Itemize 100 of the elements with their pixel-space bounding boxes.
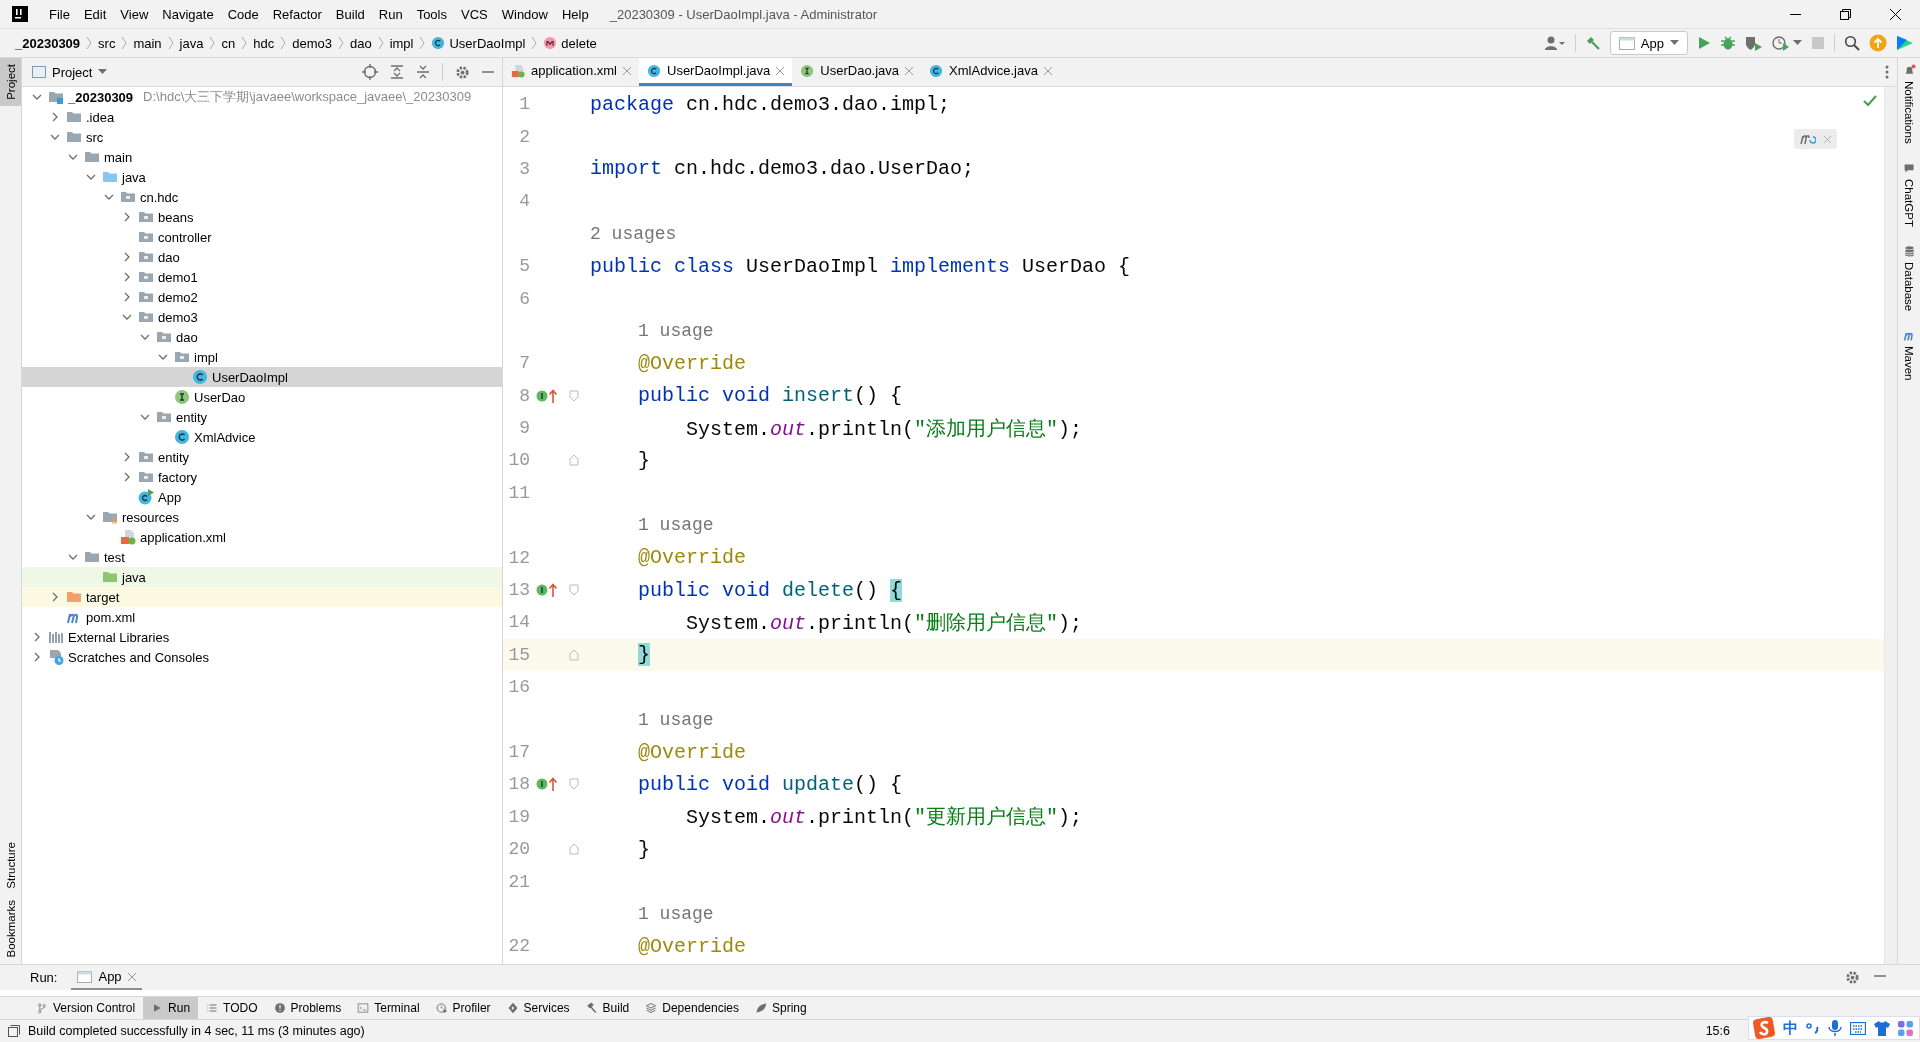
breadcrumb[interactable]: demo3 (289, 35, 335, 51)
usages-hint[interactable]: 1 usage (638, 515, 714, 536)
usages-hint[interactable]: 1 usage (638, 709, 714, 730)
close-icon[interactable] (1043, 66, 1052, 75)
chevron-down-icon[interactable] (122, 312, 132, 322)
chevron-down-icon[interactable] (32, 92, 42, 102)
tree-item[interactable]: java (22, 167, 502, 187)
chevron-right-icon[interactable] (122, 212, 132, 222)
chevron-right-icon[interactable] (122, 452, 132, 462)
tree-item[interactable]: resources (22, 507, 502, 527)
editor-tab[interactable]: application.xml (503, 58, 639, 86)
caret-position[interactable]: 15:6 (1705, 1024, 1730, 1038)
collapse-all-icon[interactable] (416, 65, 430, 79)
implements-icon[interactable] (536, 776, 558, 793)
profile-button[interactable] (1772, 35, 1802, 51)
tool-window-button[interactable]: Dependencies (637, 997, 747, 1019)
tool-window-button[interactable]: Build (577, 997, 638, 1019)
close-icon[interactable] (623, 66, 631, 75)
breadcrumb[interactable]: dao (346, 35, 375, 51)
keyboard-icon[interactable] (1850, 1021, 1866, 1035)
maven-reload-popup[interactable] (1794, 129, 1837, 149)
fold-marker-icon[interactable] (569, 778, 579, 791)
status-icon[interactable] (8, 1025, 20, 1037)
chevron-right-icon[interactable] (32, 652, 42, 662)
close-icon[interactable] (776, 66, 785, 75)
tree-item[interactable]: java (22, 567, 502, 587)
search-icon[interactable] (1844, 35, 1860, 51)
tree-item[interactable]: controller (22, 227, 502, 247)
close-icon[interactable] (905, 66, 914, 75)
tool-window-button[interactable]: Problems (265, 997, 350, 1019)
implements-icon[interactable] (536, 387, 558, 404)
menu-item[interactable]: Edit (76, 6, 114, 22)
tree-item[interactable]: dao (22, 327, 502, 347)
breadcrumb[interactable]: _20230309 (12, 35, 84, 51)
tool-window-button[interactable]: TODO (198, 997, 266, 1019)
fold-marker-icon[interactable] (569, 584, 579, 597)
chevron-right-icon[interactable] (50, 592, 60, 602)
menu-item[interactable]: Tools (409, 6, 454, 22)
tree-item[interactable]: test (22, 547, 502, 567)
tree-item[interactable]: External Libraries (22, 627, 502, 647)
usages-hint[interactable]: 1 usage (638, 903, 714, 924)
tree-item[interactable]: demo3 (22, 307, 502, 327)
tool-window-button[interactable]: Bookmarks (0, 894, 21, 964)
bug-icon[interactable] (1720, 35, 1736, 51)
tree-item[interactable]: App (22, 487, 502, 507)
usages-hint[interactable]: 1 usage (638, 320, 714, 341)
chevron-down-icon[interactable] (50, 132, 60, 142)
chevron-down-icon[interactable] (140, 332, 150, 342)
chevron-right-icon[interactable] (122, 252, 132, 262)
microphone-icon[interactable] (1828, 1020, 1842, 1036)
menu-item[interactable]: Run (371, 6, 410, 22)
chevron-right-icon[interactable] (122, 292, 132, 302)
tool-window-button[interactable]: Version Control (28, 997, 144, 1019)
tree-item[interactable]: beans (22, 207, 502, 227)
coverage-icon[interactable] (1745, 35, 1763, 51)
run-icon[interactable] (1697, 36, 1711, 50)
punctuation-icon[interactable] (1806, 1021, 1820, 1035)
scrollbar[interactable] (1884, 87, 1897, 964)
plugin-logo-icon[interactable] (1896, 34, 1914, 52)
run-configuration-dropdown[interactable]: App (1609, 31, 1688, 55)
chevron-right-icon[interactable] (122, 272, 132, 282)
tree-item[interactable]: demo1 (22, 267, 502, 287)
menu-item[interactable]: Refactor (265, 6, 329, 22)
tree-item[interactable]: UserDao (22, 387, 502, 407)
breadcrumb[interactable]: java (176, 35, 207, 51)
panel-title[interactable]: Project (52, 64, 93, 80)
breadcrumb[interactable]: delete (540, 35, 600, 51)
tree-item[interactable]: demo2 (22, 287, 502, 307)
chevron-down-icon[interactable] (86, 512, 96, 522)
grid-icon[interactable] (1898, 1020, 1913, 1036)
chevron-right-icon[interactable] (50, 112, 60, 122)
maven-reload-icon[interactable] (1800, 132, 1816, 146)
tree-item[interactable]: src (22, 127, 502, 147)
implements-icon[interactable] (536, 582, 558, 599)
menu-item[interactable]: View (113, 6, 156, 22)
tree-item[interactable]: factory (22, 467, 502, 487)
chevron-down-icon[interactable] (140, 412, 150, 422)
editor-tab[interactable]: UserDao.java (792, 58, 922, 86)
tool-window-button[interactable]: ChatGPT (1898, 155, 1920, 239)
user-icon[interactable] (1543, 35, 1566, 51)
chevron-down-icon[interactable] (68, 152, 78, 162)
chevron-right-icon[interactable] (32, 632, 42, 642)
more-icon[interactable] (1885, 65, 1889, 79)
settings-icon[interactable] (455, 64, 470, 80)
usages-hint[interactable]: 2 usages (590, 223, 677, 244)
ime-logo-icon[interactable] (1753, 1017, 1775, 1039)
editor-tab[interactable]: UserDaoImpl.java (639, 58, 793, 86)
tree-item[interactable]: UserDaoImpl (22, 367, 502, 387)
ime-mode[interactable]: 中 (1783, 1018, 1798, 1038)
tool-window-button[interactable]: Services (498, 997, 578, 1019)
tree-item[interactable]: dao (22, 247, 502, 267)
menu-item[interactable]: VCS (454, 6, 495, 22)
chevron-down-icon[interactable] (86, 172, 96, 182)
tool-window-button[interactable]: Database (1898, 238, 1920, 323)
tool-window-button[interactable]: Project (0, 58, 21, 106)
chevron-down-icon[interactable] (68, 552, 78, 562)
tree-item[interactable]: entity (22, 407, 502, 427)
tree-item[interactable]: XmlAdvice (22, 427, 502, 447)
menu-item[interactable]: Navigate (155, 6, 221, 22)
locate-icon[interactable] (362, 64, 378, 80)
